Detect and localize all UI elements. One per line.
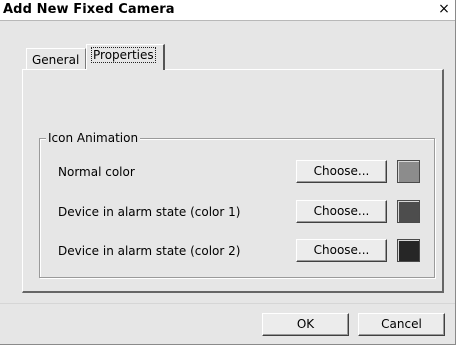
title-bar[interactable]: Add New Fixed Camera × bbox=[0, 0, 455, 21]
tab-properties-label: Properties bbox=[91, 47, 156, 63]
ok-button[interactable]: OK bbox=[262, 313, 349, 336]
choose-alarm-color-1-button[interactable]: Choose... bbox=[296, 200, 387, 223]
group-label: Icon Animation bbox=[46, 131, 141, 145]
choose-alarm-color-2-button[interactable]: Choose... bbox=[296, 239, 387, 262]
close-icon[interactable]: × bbox=[436, 1, 452, 17]
alarm-color-1-swatch bbox=[397, 200, 420, 223]
tab-general-label: General bbox=[32, 53, 80, 67]
alarm-color-1-label: Device in alarm state (color 1) bbox=[58, 205, 241, 219]
dialog-window: Add New Fixed Camera × General Propertie… bbox=[0, 0, 456, 345]
tab-general[interactable]: General bbox=[26, 48, 86, 69]
alarm-color-2-label: Device in alarm state (color 2) bbox=[58, 244, 241, 258]
tab-properties[interactable]: Properties bbox=[86, 44, 165, 70]
normal-color-label: Normal color bbox=[58, 165, 135, 179]
choose-normal-color-button[interactable]: Choose... bbox=[296, 160, 387, 183]
normal-color-swatch bbox=[397, 160, 420, 183]
window-title: Add New Fixed Camera bbox=[3, 2, 175, 17]
alarm-color-2-swatch bbox=[397, 239, 420, 262]
cancel-button[interactable]: Cancel bbox=[358, 313, 445, 336]
footer-separator bbox=[0, 303, 455, 304]
